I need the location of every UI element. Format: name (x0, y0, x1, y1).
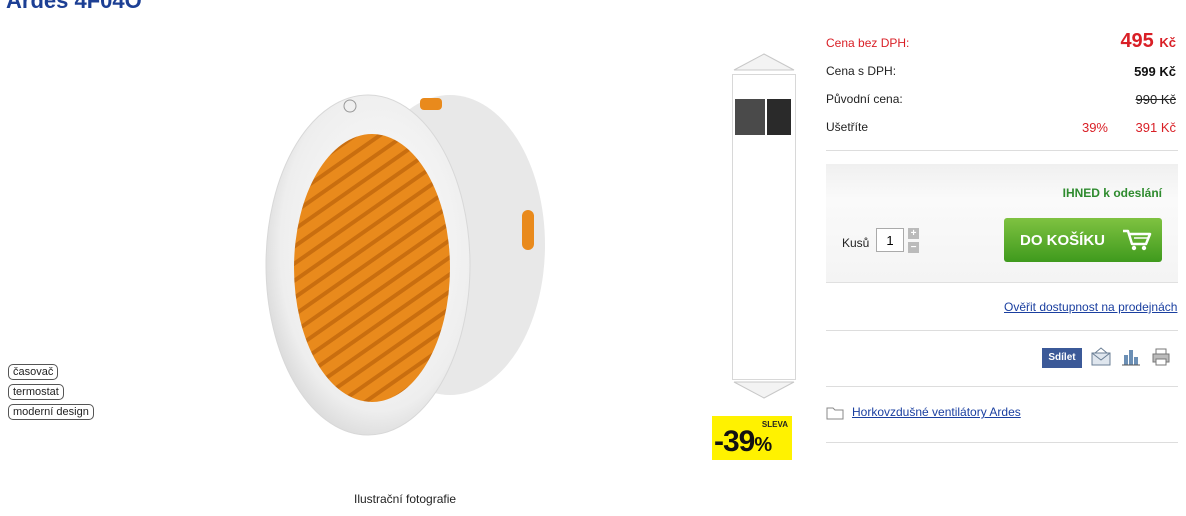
thumbnail-1[interactable] (735, 99, 765, 135)
tag-thermostat[interactable]: termostat (8, 384, 64, 400)
savings-amount: 391 Kč (1135, 120, 1176, 135)
original-price-value: 990 Kč (1135, 92, 1176, 107)
divider (826, 386, 1178, 387)
photo-caption: Ilustrační fotografie (354, 492, 457, 506)
thumbnail-list (732, 74, 796, 380)
badge-number: -39 (714, 425, 755, 458)
tag-timer[interactable]: časovač (8, 364, 59, 380)
feature-tags: časovač termostat moderní design (8, 364, 94, 424)
compare-icon[interactable] (1120, 346, 1142, 368)
price-table: Cena bez DPH: 495 Kč Cena s DPH: 599 Kč … (826, 30, 1176, 142)
add-to-cart-button[interactable]: DO KOŠÍKU (1004, 218, 1162, 262)
quantity-increase-button[interactable]: + (908, 228, 919, 239)
price-row-savings: Ušetříte 39% 391 Kč (826, 114, 1176, 142)
price-with-vat-label: Cena s DPH: (826, 64, 897, 78)
folder-icon (826, 407, 844, 420)
thumbnail-strip (732, 52, 796, 402)
scroll-down-arrow[interactable] (732, 380, 796, 400)
quantity-decrease-button[interactable]: − (908, 242, 919, 253)
email-icon[interactable] (1090, 346, 1112, 368)
tag-modern-design[interactable]: moderní design (8, 404, 94, 420)
price-currency: Kč (1159, 35, 1176, 50)
product-photo[interactable] (250, 70, 570, 450)
divider (826, 330, 1178, 331)
price-without-vat-value: 495 Kč (1120, 30, 1176, 53)
quantity-label: Kusů (842, 236, 870, 250)
scroll-up-arrow[interactable] (732, 52, 796, 72)
savings-percent: 39% (1081, 120, 1108, 135)
share-button[interactable]: Sdílet (1042, 348, 1082, 368)
heater-image (265, 94, 545, 436)
thumbnail-2[interactable] (767, 99, 791, 135)
cart-icon (1123, 229, 1152, 251)
print-icon[interactable] (1150, 346, 1172, 368)
price-row-with-vat: Cena s DPH: 599 Kč (826, 58, 1176, 86)
price-row-without-vat: Cena bez DPH: 495 Kč (826, 30, 1176, 58)
price-row-original: Původní cena: 990 Kč (826, 86, 1176, 114)
badge-value: -39% (714, 425, 772, 459)
divider (826, 442, 1178, 443)
discount-badge: SLEVA -39% (712, 416, 792, 460)
category-link[interactable]: Horkovzdušné ventilátory Ardes (852, 405, 1021, 419)
price-with-vat-value: 599 Kč (1134, 64, 1176, 79)
buy-box: IHNED k odeslání Kusů + − DO KOŠÍKU (826, 164, 1178, 283)
badge-unit: % (754, 434, 772, 456)
availability-status: IHNED k odeslání (1062, 186, 1162, 200)
price-without-vat-number: 495 (1120, 30, 1154, 52)
quantity-input[interactable] (876, 228, 904, 252)
price-without-vat-label: Cena bez DPH: (826, 36, 910, 50)
divider (826, 150, 1178, 151)
original-price-label: Původní cena: (826, 92, 903, 106)
add-to-cart-label: DO KOŠÍKU (1020, 232, 1106, 249)
product-title: Ardes 4F04O (6, 0, 142, 13)
check-store-availability-link[interactable]: Ověřit dostupnost na prodejnách (1004, 300, 1177, 314)
savings-label: Ušetříte (826, 120, 869, 134)
